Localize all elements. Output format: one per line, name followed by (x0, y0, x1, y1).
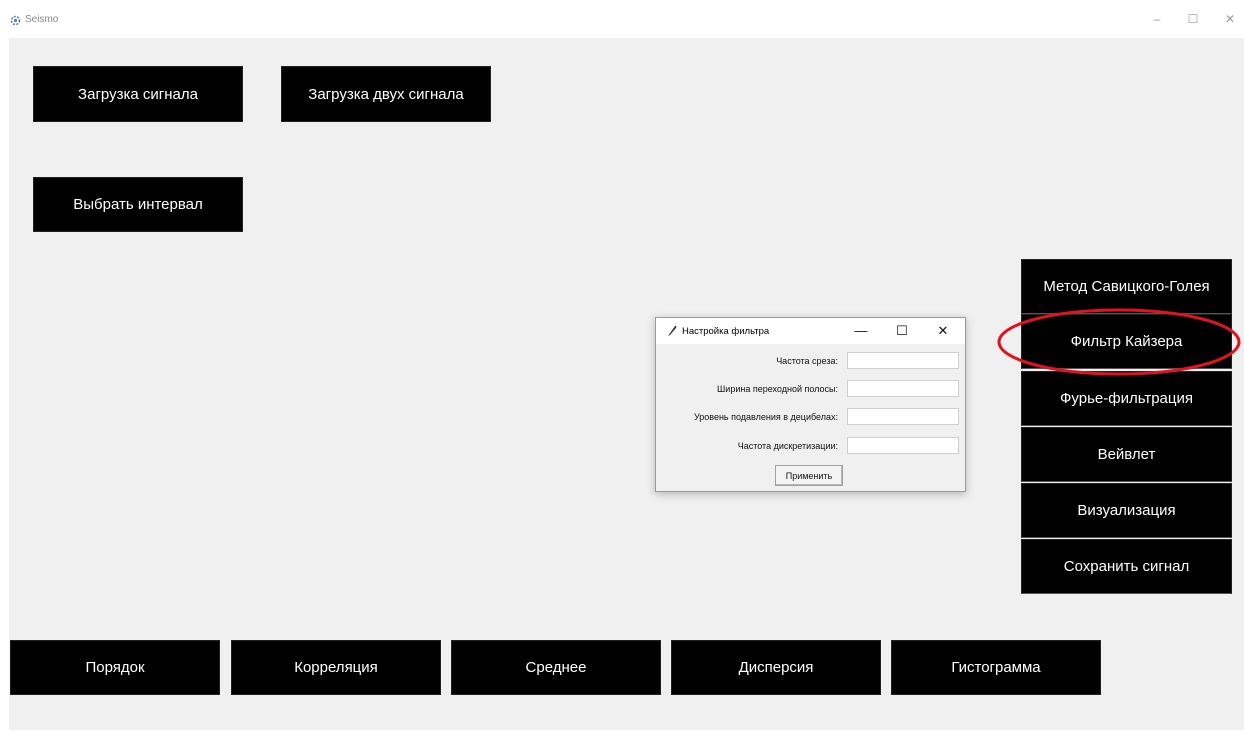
attenuation-db-input[interactable] (847, 408, 959, 425)
transition-width-label: Ширина переходной полосы: (717, 384, 838, 394)
title-bar: Seismo – ☐ ✕ (0, 0, 1244, 38)
order-button[interactable]: Порядок (10, 640, 220, 695)
attenuation-db-label: Уровень подавления в децибелах: (693, 412, 838, 422)
dialog-close-button[interactable]: ✕ (932, 321, 954, 341)
maximize-button[interactable]: ☐ (1182, 10, 1204, 28)
load-two-signals-button[interactable]: Загрузка двух сигнала (281, 66, 491, 122)
variance-button[interactable]: Дисперсия (671, 640, 881, 695)
settings-gears-icon (10, 15, 21, 26)
feather-icon (668, 325, 677, 336)
load-signal-button[interactable]: Загрузка сигнала (33, 66, 243, 122)
dialog-maximize-button[interactable]: ☐ (891, 321, 913, 341)
mean-button[interactable]: Среднее (451, 640, 661, 695)
minimize-button[interactable]: – (1146, 10, 1168, 28)
transition-width-input[interactable] (847, 380, 959, 397)
histogram-button[interactable]: Гистограмма (891, 640, 1101, 695)
dialog-title: Настройка фильтра (682, 326, 770, 337)
select-interval-button[interactable]: Выбрать интервал (33, 177, 243, 232)
app-window: Seismo – ☐ ✕ Загрузка сигнала Загрузка д… (0, 0, 1244, 731)
filter-settings-dialog: Настройка фильтра — ☐ ✕ Частота среза: Ш… (655, 317, 966, 492)
close-button[interactable]: ✕ (1219, 10, 1241, 28)
cutoff-frequency-input[interactable] (847, 352, 959, 369)
savitzky-golay-button[interactable]: Метод Савицкого-Голея (1021, 259, 1232, 314)
dialog-title-bar: Настройка фильтра — ☐ ✕ (656, 318, 965, 344)
save-signal-button[interactable]: Сохранить сигнал (1021, 539, 1232, 594)
apply-button[interactable]: Применить (775, 465, 843, 486)
window-title: Seismo (25, 14, 59, 25)
fourier-filter-button[interactable]: Фурье-фильтрация (1021, 371, 1232, 426)
dialog-minimize-button[interactable]: — (850, 321, 872, 341)
wavelet-button[interactable]: Вейвлет (1021, 427, 1232, 482)
sampling-rate-input[interactable] (847, 437, 959, 454)
kaiser-filter-button[interactable]: Фильтр Кайзера (1021, 314, 1232, 369)
visualization-button[interactable]: Визуализация (1021, 483, 1232, 538)
correlation-button[interactable]: Корреляция (231, 640, 441, 695)
sampling-rate-label: Частота дискретизации: (737, 441, 838, 451)
cutoff-frequency-label: Частота среза: (776, 356, 838, 366)
